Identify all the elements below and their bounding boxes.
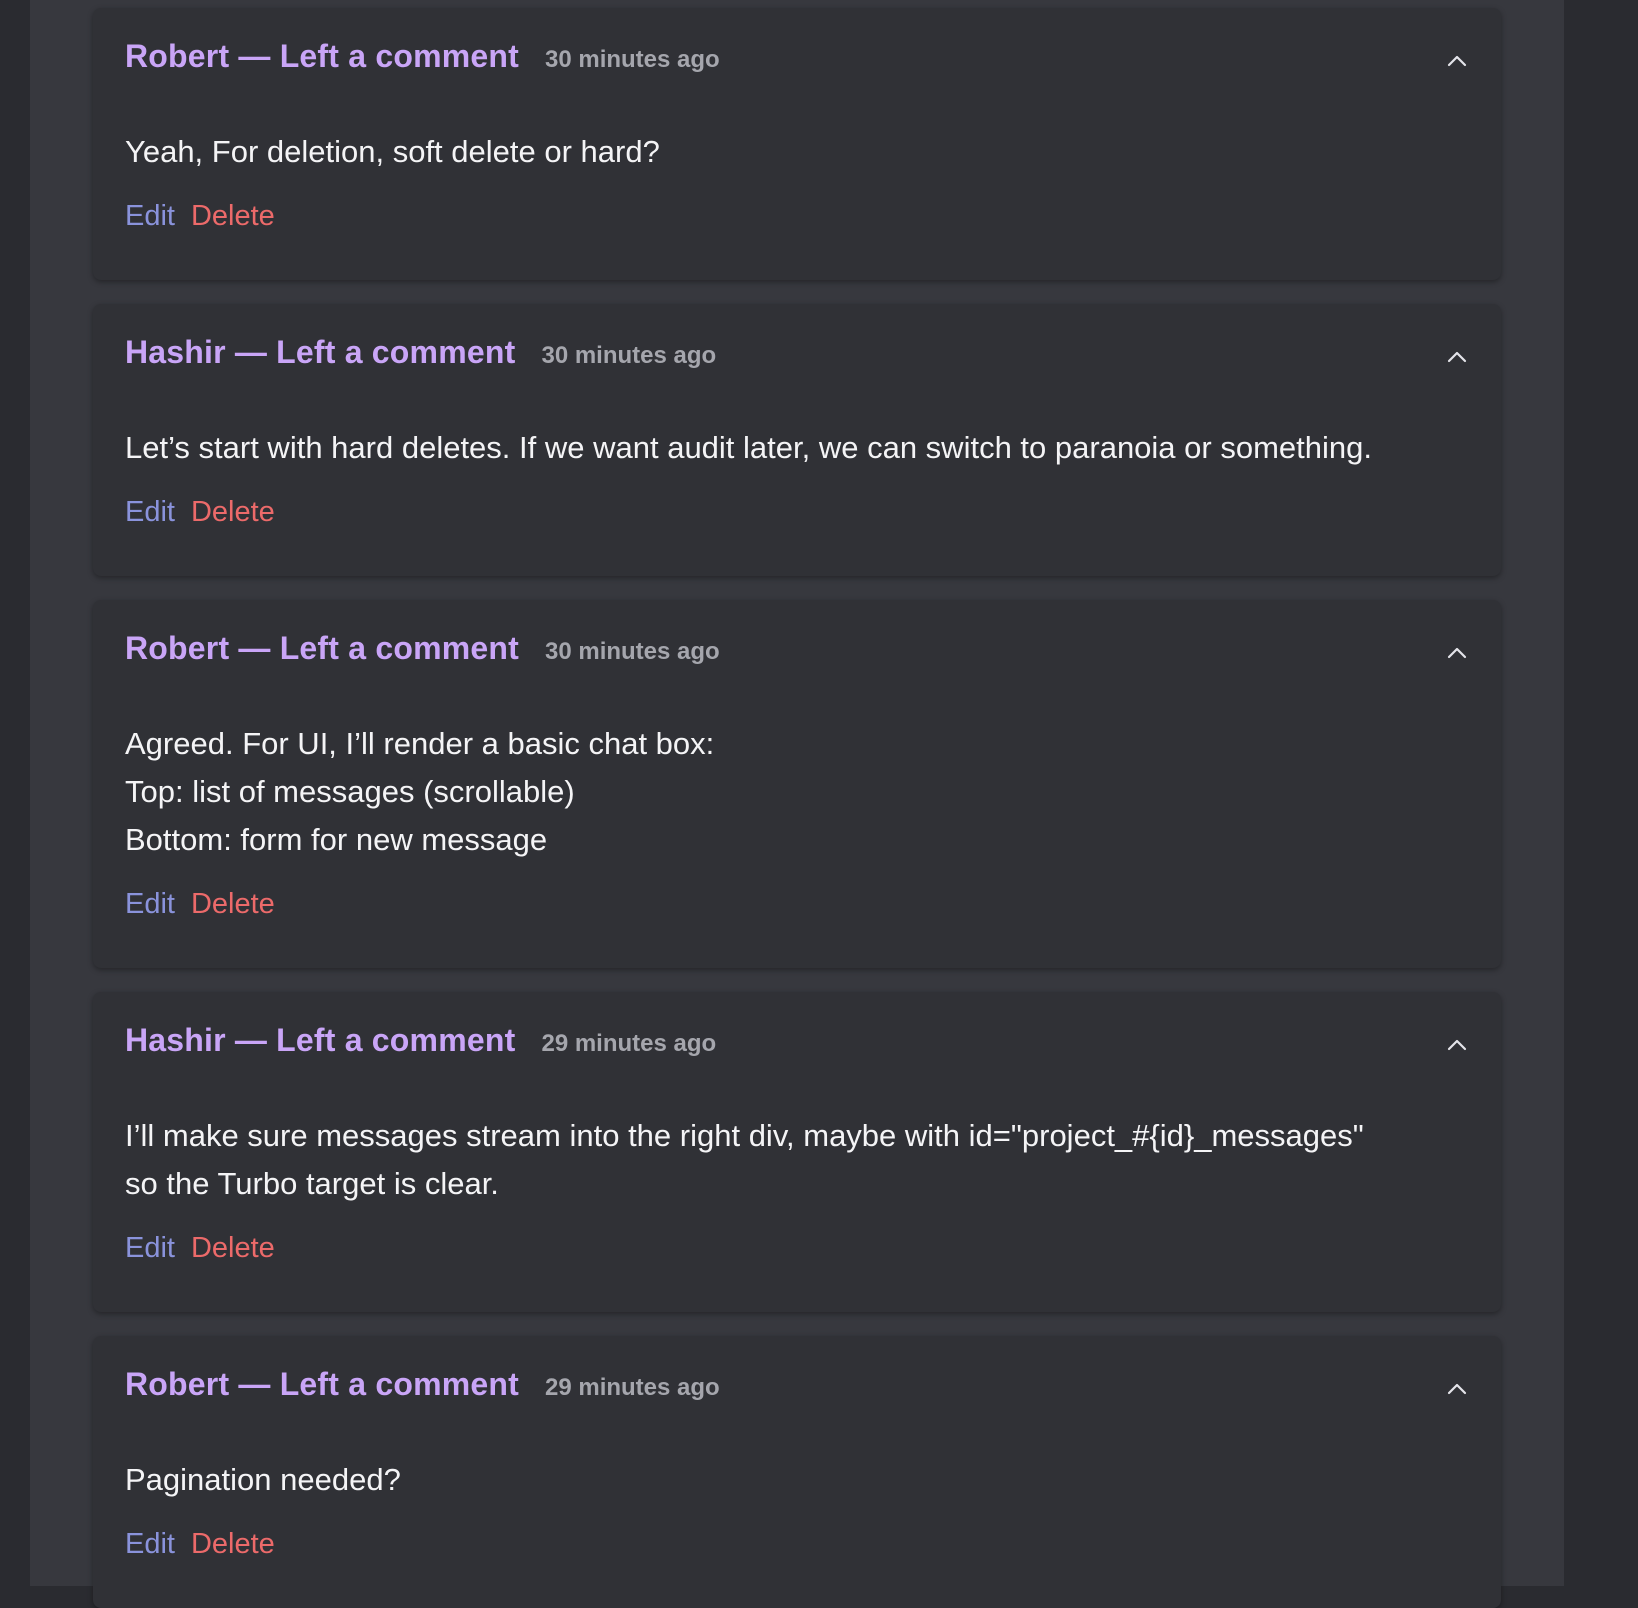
delete-link[interactable]: Delete xyxy=(191,200,275,233)
comment-body-line: Top: list of messages (scrollable) xyxy=(125,774,575,809)
comment-body-line: Agreed. For UI, I’ll render a basic chat… xyxy=(125,726,715,761)
chevron-up-icon[interactable] xyxy=(1443,48,1471,76)
comment-body-line: so the Turbo target is clear. xyxy=(125,1166,499,1201)
comment-title: Hashir — Left a comment xyxy=(125,1022,516,1058)
delete-link[interactable]: Delete xyxy=(191,1232,275,1265)
delete-link[interactable]: Delete xyxy=(191,888,275,921)
chevron-up-icon[interactable] xyxy=(1443,1032,1471,1060)
comment-body-line: I’ll make sure messages stream into the … xyxy=(125,1118,1364,1153)
edit-link[interactable]: Edit xyxy=(125,200,175,233)
comment-body: Agreed. For UI, I’ll render a basic chat… xyxy=(125,720,1461,864)
chevron-up-icon[interactable] xyxy=(1443,640,1471,668)
comment-card: Robert — Left a comment 29 minutes ago P… xyxy=(93,1336,1501,1608)
chevron-up-icon[interactable] xyxy=(1443,344,1471,372)
comment-actions: Edit Delete xyxy=(125,1528,275,1568)
comment-timestamp: 30 minutes ago xyxy=(544,638,720,665)
comment-timestamp: 30 minutes ago xyxy=(541,342,717,369)
comment-header: Robert — Left a comment 30 minutes ago xyxy=(125,38,1469,82)
comment-header: Robert — Left a comment 29 minutes ago xyxy=(125,1366,1469,1410)
comment-card: Robert — Left a comment 30 minutes ago Y… xyxy=(93,8,1501,280)
comment-body-line: Yeah, For deletion, soft delete or hard? xyxy=(125,134,660,169)
delete-link[interactable]: Delete xyxy=(191,496,275,529)
comment-body-line: Let’s start with hard deletes. If we wan… xyxy=(125,430,1372,465)
comment-title: Robert — Left a comment xyxy=(125,38,519,74)
comment-card: Robert — Left a comment 30 minutes ago A… xyxy=(93,600,1501,968)
comment-actions: Edit Delete xyxy=(125,1232,275,1272)
edit-link[interactable]: Edit xyxy=(125,888,175,921)
comment-actions: Edit Delete xyxy=(125,496,275,536)
comment-title: Robert — Left a comment xyxy=(125,1366,519,1402)
comment-actions: Edit Delete xyxy=(125,888,275,928)
comment-body: Pagination needed? xyxy=(125,1456,1461,1504)
comment-timestamp: 29 minutes ago xyxy=(544,1374,720,1401)
chevron-up-icon[interactable] xyxy=(1443,1376,1471,1404)
comment-body: Let’s start with hard deletes. If we wan… xyxy=(125,424,1461,472)
comment-body-line: Bottom: form for new message xyxy=(125,822,548,857)
comment-title: Robert — Left a comment xyxy=(125,630,519,666)
comment-header: Hashir — Left a comment 29 minutes ago xyxy=(125,1022,1469,1066)
comment-header: Hashir — Left a comment 30 minutes ago xyxy=(125,334,1469,378)
comment-timestamp: 30 minutes ago xyxy=(544,46,720,73)
delete-link[interactable]: Delete xyxy=(191,1528,275,1561)
comment-actions: Edit Delete xyxy=(125,200,275,240)
comment-header: Robert — Left a comment 30 minutes ago xyxy=(125,630,1469,674)
comment-body-line: Pagination needed? xyxy=(125,1462,401,1497)
right-gutter xyxy=(1564,0,1638,1586)
comment-card: Hashir — Left a comment 30 minutes ago L… xyxy=(93,304,1501,576)
edit-link[interactable]: Edit xyxy=(125,496,175,529)
comment-card: Hashir — Left a comment 29 minutes ago I… xyxy=(93,992,1501,1312)
edit-link[interactable]: Edit xyxy=(125,1232,175,1265)
comment-title: Hashir — Left a comment xyxy=(125,334,516,370)
comment-body: I’ll make sure messages stream into the … xyxy=(125,1112,1461,1208)
comment-timestamp: 29 minutes ago xyxy=(541,1030,717,1057)
comment-body: Yeah, For deletion, soft delete or hard? xyxy=(125,128,1461,176)
edit-link[interactable]: Edit xyxy=(125,1528,175,1561)
